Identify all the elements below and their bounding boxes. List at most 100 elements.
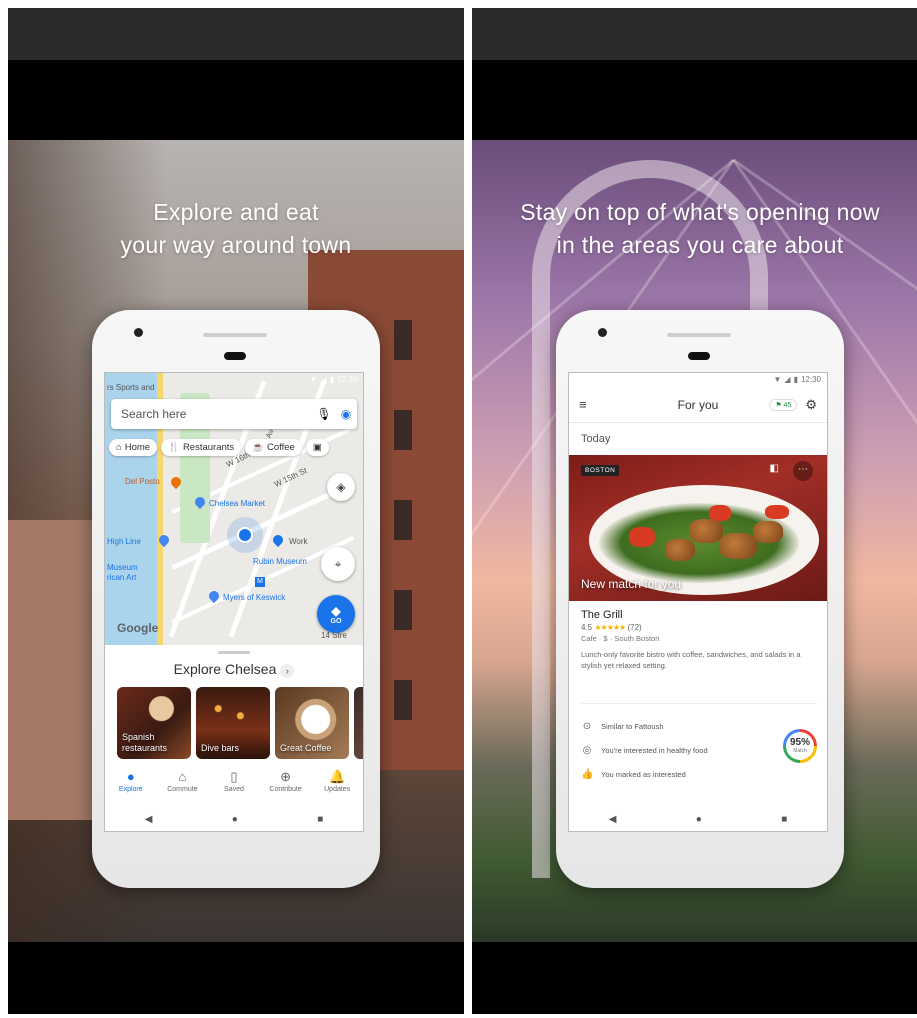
my-location-button[interactable]: ⌖ bbox=[321, 547, 355, 581]
coffee-icon: ☕ bbox=[252, 442, 265, 453]
follow-badge[interactable]: ⚑ 45 bbox=[769, 398, 798, 411]
badge-count: 45 bbox=[783, 401, 792, 409]
more-chip-icon: ▣ bbox=[312, 442, 322, 453]
match-score: 95% Match bbox=[783, 729, 817, 763]
top-bar bbox=[472, 8, 917, 60]
food-piece bbox=[719, 533, 757, 559]
home-button-icon[interactable]: ● bbox=[696, 814, 702, 825]
wifi-icon: ▼ bbox=[773, 375, 782, 384]
more-options-icon[interactable]: ⋯ bbox=[793, 461, 813, 481]
back-icon[interactable]: ◀ bbox=[609, 814, 617, 825]
location-icon: ⊙ bbox=[582, 720, 592, 732]
account-icon[interactable]: ◉ bbox=[335, 407, 357, 421]
chip-label: Restaurants bbox=[182, 442, 235, 453]
recents-icon[interactable]: ■ bbox=[317, 814, 323, 825]
explore-title-text: Explore Chelsea bbox=[173, 661, 277, 677]
app-bar: ≡ For you ⚑ 45 ⚙ bbox=[569, 387, 827, 423]
reason-item: ⊙ Similar to Fattoush bbox=[581, 714, 817, 738]
top-bar bbox=[8, 8, 464, 60]
window bbox=[394, 410, 412, 450]
explore-card[interactable]: Dive bars bbox=[196, 687, 270, 759]
headline: Stay on top of what's opening now in the… bbox=[472, 196, 917, 262]
directions-icon: ◆ bbox=[331, 603, 341, 618]
settings-icon[interactable]: ⚙ bbox=[805, 397, 817, 413]
map-view[interactable]: rs Sports and Del Posto Chelsea Market H… bbox=[105, 373, 363, 645]
go-button[interactable]: ◆ GO bbox=[317, 595, 355, 633]
bell-icon: 🔔 bbox=[329, 769, 346, 784]
chip-label: Coffee bbox=[267, 442, 295, 453]
explore-card[interactable]: Great Coffee bbox=[275, 687, 349, 759]
headline-line-1: Stay on top of what's opening now bbox=[520, 199, 880, 225]
explore-card-partial[interactable] bbox=[354, 687, 363, 759]
sheet-handle[interactable] bbox=[218, 651, 250, 654]
match-reasons: ⊙ Similar to Fattoush ◎ You're intereste… bbox=[581, 703, 817, 786]
recents-icon[interactable]: ■ bbox=[781, 814, 787, 825]
card-label: Dive bars bbox=[201, 743, 240, 753]
headline: Explore and eat your way around town bbox=[8, 196, 464, 262]
card-label: Great Coffee bbox=[280, 743, 332, 753]
reason-text: Similar to Fattoush bbox=[601, 721, 664, 731]
place-details[interactable]: The Grill 4.5 ★★★★★ (72) Cafe · $ · Sout… bbox=[581, 609, 817, 671]
nav-explore[interactable]: ● Explore bbox=[107, 769, 155, 807]
chip-restaurants[interactable]: 🍴 Restaurants bbox=[161, 439, 242, 456]
for-you-screen: ▼ ◢ ▮ 12:30 ≡ For you ⚑ 45 ⚙ Today BOSTO… bbox=[568, 372, 828, 832]
nav-label: Commute bbox=[167, 786, 198, 793]
restaurant-icon: 🍴 bbox=[168, 442, 180, 453]
reason-text: You marked as interested bbox=[601, 769, 686, 779]
explore-title[interactable]: Explore Chelsea › bbox=[105, 661, 363, 678]
nav-label: Explore bbox=[118, 786, 143, 793]
search-bar[interactable]: Search here 🎙 ◉ bbox=[111, 399, 357, 429]
place-name[interactable]: The Grill bbox=[581, 609, 817, 621]
layers-button[interactable]: ◈ bbox=[327, 473, 355, 501]
window bbox=[394, 500, 412, 540]
explore-sheet[interactable]: Explore Chelsea › Spanish restaurants Div… bbox=[105, 645, 363, 831]
headline-line-2: your way around town bbox=[120, 232, 352, 258]
nav-saved[interactable]: ▯ Saved bbox=[210, 769, 258, 807]
work-pin-icon[interactable] bbox=[270, 532, 286, 548]
chip-coffee[interactable]: ☕ Coffee bbox=[245, 439, 302, 456]
nav-label: Contribute bbox=[269, 786, 302, 793]
nav-label: Updates bbox=[324, 786, 351, 793]
nav-updates[interactable]: 🔔 Updates bbox=[313, 769, 361, 807]
rating-value: 4.5 bbox=[581, 623, 593, 632]
earpiece bbox=[688, 352, 710, 360]
microphone-icon[interactable]: 🎙 bbox=[313, 407, 335, 421]
explore-card[interactable]: Spanish restaurants bbox=[117, 687, 191, 759]
chevron-right-icon: › bbox=[280, 664, 295, 678]
nav-contribute[interactable]: ⊕ Contribute bbox=[262, 769, 310, 807]
signal-icon: ◢ bbox=[320, 375, 327, 384]
app-bar-title: For you bbox=[677, 397, 719, 412]
food-piece bbox=[709, 505, 731, 521]
thumbs-up-icon: 👍 bbox=[581, 768, 594, 780]
chip-more[interactable]: ▣ bbox=[305, 439, 329, 456]
map-icon[interactable]: ◧ bbox=[770, 463, 779, 474]
home-button-icon[interactable]: ● bbox=[232, 814, 238, 825]
map-label: Work bbox=[289, 537, 308, 546]
hero-image[interactable]: BOSTON ◧ ⋯ New match for you bbox=[569, 455, 827, 601]
system-navigation: ◀ ● ■ bbox=[105, 807, 363, 831]
chip-home[interactable]: ⌂ Home bbox=[109, 439, 158, 456]
card-label: Spanish restaurants bbox=[122, 732, 168, 753]
wifi-icon: ▼ bbox=[309, 375, 318, 384]
menu-icon[interactable]: ≡ bbox=[579, 397, 587, 412]
bottom-navigation: ● Explore ⌂ Commute ▯ Saved ⊕ Contribute bbox=[105, 769, 363, 807]
reason-text: You're interested in healthy food bbox=[601, 745, 708, 755]
status-bar: ▼ ◢ ▮ 12:30 bbox=[773, 375, 821, 384]
map-label: Myers of Keswick bbox=[223, 593, 286, 602]
interest-icon: ◎ bbox=[582, 744, 592, 756]
go-label: GO bbox=[330, 617, 342, 625]
commute-icon: ⌂ bbox=[178, 769, 187, 784]
system-navigation: ◀ ● ■ bbox=[569, 807, 827, 831]
nav-commute[interactable]: ⌂ Commute bbox=[158, 769, 206, 807]
phone-frame: rs Sports and Del Posto Chelsea Market H… bbox=[92, 310, 380, 888]
map-label: Museum bbox=[107, 563, 138, 572]
map-label: High Line bbox=[107, 537, 141, 546]
home-icon: ⌂ bbox=[116, 442, 122, 453]
search-placeholder[interactable]: Search here bbox=[111, 407, 313, 421]
window bbox=[394, 680, 412, 720]
food-piece bbox=[689, 519, 723, 543]
food-piece bbox=[753, 521, 783, 543]
back-icon[interactable]: ◀ bbox=[145, 814, 153, 825]
place-description: Lunch-only favorite bistro with coffee, … bbox=[581, 650, 801, 670]
window bbox=[394, 590, 412, 630]
